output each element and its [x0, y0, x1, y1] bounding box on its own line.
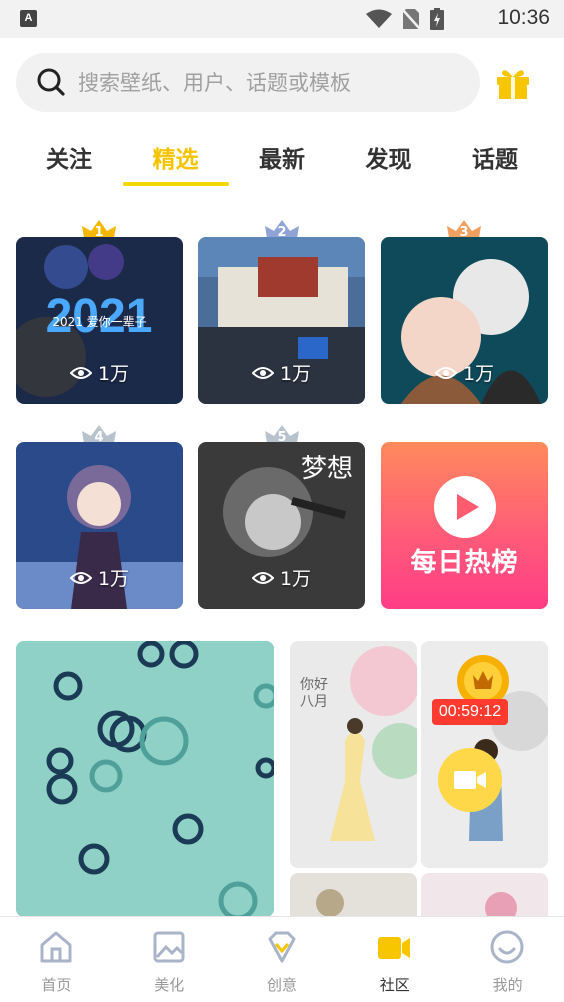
video-camera-icon — [378, 937, 411, 959]
image-icon — [153, 931, 185, 963]
search-bar[interactable] — [16, 53, 480, 112]
smile-icon — [490, 930, 524, 964]
nav-creative[interactable]: 创意 — [226, 917, 339, 1002]
nav-community[interactable]: 社区 — [338, 917, 451, 1002]
eye-icon — [434, 366, 457, 379]
view-count: 1万 — [198, 359, 365, 386]
wallpaper-image — [421, 873, 548, 916]
diamond-icon — [268, 931, 296, 963]
feed-card-large[interactable] — [16, 641, 274, 917]
nav-profile[interactable]: 我的 — [451, 917, 564, 1002]
status-bar: A 10:36 — [0, 0, 564, 38]
active-tab-indicator — [122, 182, 229, 186]
wallpaper-card-5[interactable]: 梦想 1万 — [198, 442, 365, 609]
daily-hot-list-card[interactable]: 每日热榜 — [381, 442, 548, 609]
tab-latest[interactable]: 最新 — [229, 134, 335, 186]
feed-card-thumb-1[interactable]: 你好八月 — [290, 641, 417, 868]
live-countdown-badge: 00:59:12 — [432, 699, 508, 725]
tab-following[interactable]: 关注 — [16, 134, 122, 186]
eye-icon — [251, 366, 274, 379]
wallpaper-card-2[interactable]: 1万 — [198, 237, 365, 404]
battery-charging-icon — [430, 8, 444, 30]
bottom-navigation: 首页 美化 创意 社区 我的 — [0, 916, 564, 1002]
hot-list-label: 每日热榜 — [410, 548, 519, 578]
wallpaper-image — [290, 641, 417, 868]
hot-list-logo — [434, 476, 496, 538]
eye-icon — [69, 366, 92, 379]
wallpaper-card-4[interactable]: 1万 — [16, 442, 183, 609]
feed-card-thumb-4[interactable] — [421, 873, 548, 916]
clock: 10:36 — [497, 6, 550, 29]
home-icon — [40, 931, 72, 963]
tab-featured[interactable]: 精选 — [122, 134, 229, 186]
notification-icon: A — [20, 10, 37, 27]
wallpaper-image — [290, 873, 417, 916]
feed-card-thumb-3[interactable] — [290, 873, 417, 916]
view-count: 1万 — [381, 359, 548, 386]
search-icon — [37, 68, 65, 96]
gift-icon[interactable] — [494, 64, 532, 102]
live-video-button[interactable] — [438, 748, 502, 812]
nav-home[interactable]: 首页 — [0, 917, 113, 1002]
tab-topics[interactable]: 话题 — [442, 134, 548, 186]
view-count: 1万 — [198, 564, 365, 591]
eye-icon — [251, 571, 274, 584]
wallpaper-image — [16, 641, 274, 917]
nav-beautify[interactable]: 美化 — [113, 917, 226, 1002]
no-sim-icon — [402, 8, 420, 30]
wifi-icon — [366, 9, 392, 28]
card-overlay-text: 梦想 — [300, 454, 353, 484]
card-overlay-text: 2021 爱你一辈子 — [52, 315, 147, 329]
view-count: 1万 — [16, 359, 183, 386]
wallpaper-card-3[interactable]: 1万 — [381, 237, 548, 404]
play-icon — [457, 494, 479, 520]
view-count: 1万 — [16, 564, 183, 591]
tab-discover[interactable]: 发现 — [336, 134, 442, 186]
video-camera-icon — [454, 771, 486, 789]
eye-icon — [69, 571, 92, 584]
card-overlay-text: 你好八月 — [300, 677, 328, 710]
wallpaper-card-1[interactable]: 2021 2021 爱你一辈子 1万 — [16, 237, 183, 404]
category-tabs: 关注 精选 最新 发现 话题 — [16, 134, 548, 186]
search-input[interactable] — [78, 53, 468, 112]
